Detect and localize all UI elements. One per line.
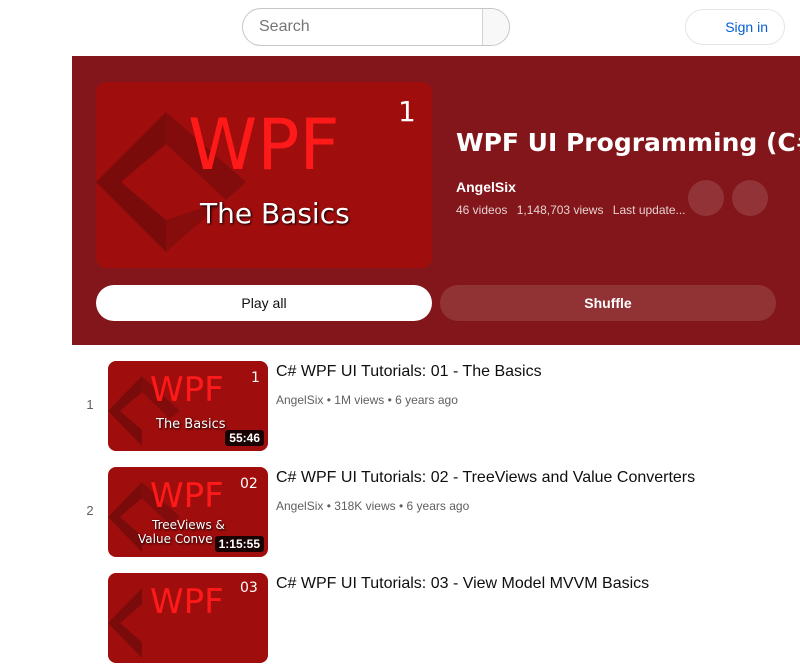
thumbnail-number: 1 <box>398 95 416 128</box>
thumbnail-wpf-text: WPF <box>150 370 224 410</box>
playlist-item[interactable]: 1 WPF The Basics 1 55:46 C# WPF UI Tutor… <box>72 361 800 453</box>
video-channel[interactable]: AngelSix <box>276 393 323 407</box>
playlist-title: WPF UI Programming (C#) <box>456 128 800 157</box>
video-thumbnail[interactable]: WPF TreeViews & Value Conve 02 1:15:55 <box>108 467 268 557</box>
video-count: 46 videos <box>456 203 508 217</box>
last-updated: Last update... <box>612 203 686 217</box>
search-input[interactable] <box>243 9 482 45</box>
thumbnail-subtitle: The Basics <box>200 197 350 230</box>
playlist-item[interactable]: WPF 03 C# WPF UI Tutorials: 03 - View Mo… <box>72 573 800 665</box>
video-meta: AngelSix • 318K views • 6 years ago <box>276 499 469 513</box>
sign-in-button[interactable]: Sign in <box>685 9 785 45</box>
item-index: 1 <box>86 397 94 412</box>
video-thumbnail[interactable]: WPF The Basics 1 55:46 <box>108 361 268 451</box>
video-title[interactable]: C# WPF UI Tutorials: 01 - The Basics <box>276 363 542 381</box>
video-views: 1M views <box>334 393 385 407</box>
share-button[interactable] <box>732 180 768 216</box>
thumbnail-wpf-text: WPF <box>150 476 224 516</box>
item-index: 2 <box>86 503 94 518</box>
video-duration: 55:46 <box>225 430 264 446</box>
playlist-item[interactable]: 2 WPF TreeViews & Value Conve 02 1:15:55… <box>72 467 800 559</box>
video-age: 6 years ago <box>406 499 470 513</box>
video-title[interactable]: C# WPF UI Tutorials: 02 - TreeViews and … <box>276 469 695 487</box>
search-box[interactable] <box>242 8 510 46</box>
video-title[interactable]: C# WPF UI Tutorials: 03 - View Model MVV… <box>276 575 649 593</box>
thumbnail-wpf-text: WPF <box>150 582 224 622</box>
shuffle-button[interactable]: Shuffle <box>440 285 776 321</box>
video-channel[interactable]: AngelSix <box>276 499 323 513</box>
playlist-thumbnail[interactable]: WPF The Basics 1 <box>96 82 432 268</box>
meta-separator: • <box>398 499 407 513</box>
thumbnail-wpf-text: WPF <box>188 104 340 186</box>
thumbnail-number: 03 <box>240 580 258 596</box>
save-playlist-button[interactable] <box>688 180 724 216</box>
video-duration: 1:15:55 <box>214 536 264 552</box>
channel-name[interactable]: AngelSix <box>456 179 516 195</box>
video-age: 6 years ago <box>395 393 458 407</box>
thumbnail-subtitle: TreeViews & <box>152 518 225 532</box>
search-button[interactable] <box>482 9 509 45</box>
play-all-button[interactable]: Play all <box>96 285 432 321</box>
playlist-meta: 46 videos 1,148,703 views Last update... <box>456 203 692 217</box>
video-thumbnail[interactable]: WPF 03 <box>108 573 268 663</box>
video-views: 318K views <box>334 499 396 513</box>
thumbnail-number: 02 <box>240 476 258 492</box>
video-meta: AngelSix • 1M views • 6 years ago <box>276 393 458 407</box>
playlist-header: WPF The Basics 1 WPF UI Programming (C#)… <box>72 56 800 345</box>
thumbnail-subtitle: Value Conve <box>138 532 213 546</box>
thumbnail-number: 1 <box>251 370 260 386</box>
view-count: 1,148,703 views <box>516 203 604 217</box>
thumbnail-subtitle: The Basics <box>156 417 226 432</box>
